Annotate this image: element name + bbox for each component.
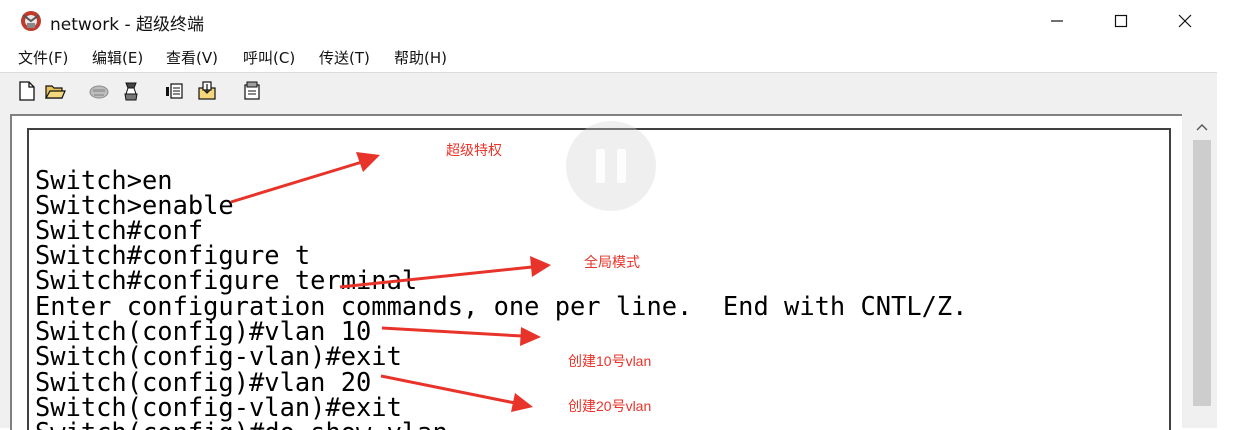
close-icon xyxy=(1178,14,1192,28)
maximize-button[interactable] xyxy=(1088,0,1154,42)
maximize-icon xyxy=(1114,14,1128,28)
annotation-label-vlan10: 创建10号vlan xyxy=(568,353,652,369)
open-folder-icon[interactable] xyxy=(44,80,66,102)
connect-phone-icon[interactable] xyxy=(120,80,142,102)
receive-file-icon[interactable] xyxy=(196,80,218,102)
menu-file[interactable]: 文件(F) xyxy=(18,47,68,68)
video-pause-button[interactable] xyxy=(566,121,656,211)
disconnect-phone-icon[interactable] xyxy=(88,80,110,102)
annotation-label-global-mode: 全局模式 xyxy=(584,254,640,270)
terminal-line: Switch(config-vlan)#exit xyxy=(35,341,402,371)
menu-view[interactable]: 查看(V) xyxy=(166,47,218,68)
menu-transfer[interactable]: 传送(T) xyxy=(319,47,370,68)
annotation-label-vlan20: 创建20号vlan xyxy=(568,398,652,414)
hyperterminal-app-icon[interactable] xyxy=(18,9,44,33)
minimize-button[interactable] xyxy=(1024,0,1090,42)
toolbar xyxy=(0,72,1217,112)
chevron-up-icon xyxy=(1196,124,1208,131)
menu-edit[interactable]: 编辑(E) xyxy=(92,47,143,68)
outer-background xyxy=(1217,0,1260,428)
close-button[interactable] xyxy=(1152,0,1218,42)
menu-bar: 文件(F) 编辑(E) 查看(V) 呼叫(C) 传送(T) 帮助(H) xyxy=(0,42,1217,72)
terminal-line: Switch#configure terminal xyxy=(35,265,418,295)
window-title: network - 超级终端 xyxy=(50,15,204,35)
minimize-icon xyxy=(1051,20,1063,22)
properties-icon[interactable] xyxy=(241,80,263,102)
vertical-scrollbar[interactable] xyxy=(1190,116,1214,428)
menu-call[interactable]: 呼叫(C) xyxy=(243,47,295,68)
terminal-line: Switch(config)#do show vlan xyxy=(35,419,448,430)
scroll-thumb[interactable] xyxy=(1193,140,1211,406)
scroll-up-button[interactable] xyxy=(1190,116,1214,138)
annotation-label-privileged: 超级特权 xyxy=(446,142,502,158)
send-file-icon[interactable] xyxy=(164,80,186,102)
title-bar: network - 超级终端 xyxy=(0,0,1260,42)
menu-help[interactable]: 帮助(H) xyxy=(394,47,447,68)
new-document-icon[interactable] xyxy=(16,80,38,102)
